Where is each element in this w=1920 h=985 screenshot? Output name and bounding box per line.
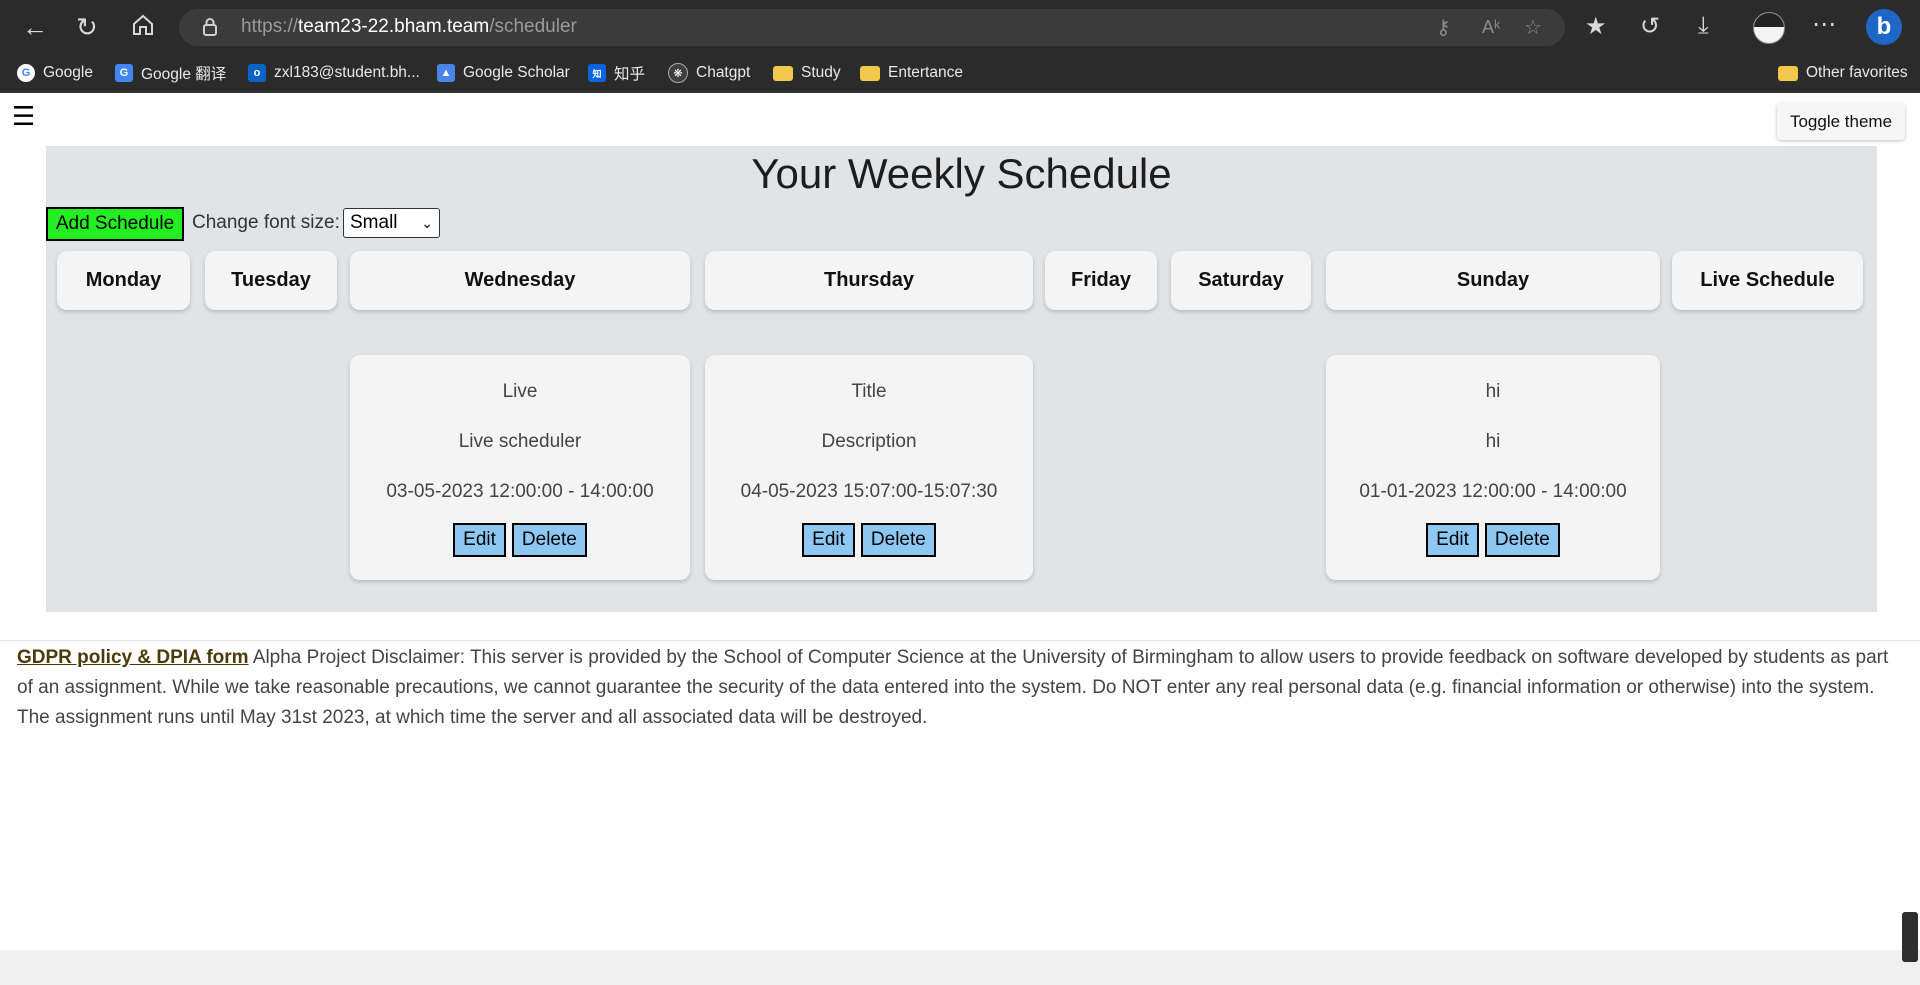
schedule-card-thursday: Title Description 04-05-2023 15:07:00-15… bbox=[705, 355, 1033, 580]
key-icon[interactable]: ⚷ bbox=[1436, 15, 1451, 40]
toggle-theme-button[interactable]: Toggle theme bbox=[1777, 103, 1905, 140]
home-icon[interactable] bbox=[131, 13, 155, 41]
schedule-panel: Your Weekly Schedule Add Schedule Change… bbox=[46, 146, 1877, 612]
card-time: 01-01-2023 12:00:00 - 14:00:00 bbox=[1359, 481, 1627, 502]
card-description: Description bbox=[821, 431, 917, 452]
url-text[interactable]: https://team23-22.bham.team/scheduler bbox=[241, 16, 577, 38]
card-time: 04-05-2023 15:07:00-15:07:30 bbox=[740, 481, 998, 502]
sidebar-widget[interactable] bbox=[1902, 912, 1918, 962]
font-size-value: Small bbox=[350, 212, 398, 233]
outlook-icon: o bbox=[248, 64, 266, 82]
day-thursday[interactable]: Thursday bbox=[705, 251, 1033, 310]
history-icon[interactable]: ↺ bbox=[1640, 14, 1660, 40]
disclaimer: GDPR policy & DPIA form Alpha Project Di… bbox=[17, 643, 1907, 733]
page-content: ☰ Toggle theme Your Weekly Schedule Add … bbox=[0, 93, 1920, 985]
hamburger-menu-icon[interactable]: ☰ bbox=[12, 103, 35, 129]
scholar-icon: ▲ bbox=[437, 64, 455, 82]
card-title: Live bbox=[502, 381, 538, 402]
bookmark-label: Other favorites bbox=[1806, 64, 1908, 81]
bookmark-google-translate[interactable]: G Google 翻译 bbox=[115, 60, 226, 86]
bookmark-chatgpt[interactable]: ❋ Chatgpt bbox=[668, 60, 750, 86]
delete-button[interactable]: Delete bbox=[1484, 523, 1560, 557]
browser-toolbar: ← ↻ https://team23-22.bham.team/schedule… bbox=[0, 0, 1920, 55]
bookmark-folder-entertance[interactable]: Entertance bbox=[860, 60, 963, 86]
folder-icon bbox=[860, 65, 880, 81]
day-saturday[interactable]: Saturday bbox=[1171, 251, 1311, 310]
folder-icon bbox=[1778, 65, 1798, 81]
bookmark-label: Chatgpt bbox=[696, 64, 751, 81]
delete-button[interactable]: Delete bbox=[860, 523, 936, 557]
schedule-card-wednesday: Live Live scheduler 03-05-2023 12:00:00 … bbox=[350, 355, 690, 580]
bookmark-label: Google Scholar bbox=[463, 64, 570, 81]
bookmark-label: Google 翻译 bbox=[141, 66, 227, 83]
schedule-card-sunday: hi hi 01-01-2023 12:00:00 - 14:00:00 Edi… bbox=[1326, 355, 1660, 580]
bookmark-label: zxl183@student.bh... bbox=[274, 64, 420, 81]
font-size-label: Change font size: bbox=[192, 212, 340, 233]
download-icon[interactable]: ⤓ bbox=[1698, 13, 1709, 39]
card-time: 03-05-2023 12:00:00 - 14:00:00 bbox=[386, 481, 654, 502]
day-sunday[interactable]: Sunday bbox=[1326, 251, 1660, 310]
bookmark-outlook[interactable]: o zxl183@student.bh... bbox=[248, 60, 420, 86]
delete-button[interactable]: Delete bbox=[511, 523, 587, 557]
bookmark-google-scholar[interactable]: ▲ Google Scholar bbox=[437, 60, 570, 86]
zhihu-icon: 知 bbox=[588, 64, 606, 82]
url-host: team23-22.bham.team bbox=[298, 16, 490, 37]
card-description: Live scheduler bbox=[458, 431, 582, 452]
status-bar bbox=[0, 950, 1920, 985]
favorites-icon[interactable]: ★ bbox=[1585, 14, 1607, 40]
font-size-select[interactable]: Small ⌄ bbox=[343, 208, 440, 238]
folder-icon bbox=[773, 65, 793, 81]
bookmark-other-favorites[interactable]: Other favorites bbox=[1778, 60, 1908, 86]
edit-button[interactable]: Edit bbox=[453, 523, 506, 557]
google-translate-icon: G bbox=[115, 64, 133, 82]
edit-button[interactable]: Edit bbox=[802, 523, 855, 557]
chatgpt-icon: ❋ bbox=[668, 63, 688, 83]
page-title: Your Weekly Schedule bbox=[751, 150, 1172, 197]
chevron-down-icon: ⌄ bbox=[421, 215, 433, 231]
day-monday[interactable]: Monday bbox=[57, 251, 190, 310]
gdpr-link[interactable]: GDPR policy & DPIA form bbox=[17, 647, 249, 668]
bookmark-label: 知乎 bbox=[614, 66, 646, 83]
bookmark-label: Entertance bbox=[888, 64, 963, 81]
edit-button[interactable]: Edit bbox=[1426, 523, 1479, 557]
lock-icon[interactable] bbox=[202, 17, 218, 42]
refresh-icon[interactable]: ↻ bbox=[76, 14, 98, 40]
bookmark-zhihu[interactable]: 知 知乎 bbox=[588, 60, 645, 86]
bookmark-label: Study bbox=[801, 64, 841, 81]
card-title: hi bbox=[1485, 381, 1501, 402]
day-friday[interactable]: Friday bbox=[1045, 251, 1157, 310]
day-wednesday[interactable]: Wednesday bbox=[350, 251, 690, 310]
day-tuesday[interactable]: Tuesday bbox=[205, 251, 337, 310]
more-options-icon[interactable]: ⋯ bbox=[1812, 12, 1836, 38]
google-icon: G bbox=[17, 64, 35, 82]
address-bar[interactable]: https://team23-22.bham.team/scheduler ⚷ … bbox=[179, 9, 1565, 46]
url-path: /scheduler bbox=[489, 16, 577, 37]
card-description: hi bbox=[1485, 431, 1501, 452]
bookmark-label: Google bbox=[43, 64, 93, 81]
day-live-schedule[interactable]: Live Schedule bbox=[1672, 251, 1863, 310]
bookmark-google[interactable]: G Google bbox=[17, 60, 93, 86]
url-scheme: https:// bbox=[241, 16, 299, 37]
card-title: Title bbox=[851, 381, 887, 402]
bing-icon[interactable]: b bbox=[1866, 9, 1902, 45]
bookmark-folder-study[interactable]: Study bbox=[773, 60, 841, 86]
add-favorite-icon[interactable]: ☆ bbox=[1524, 15, 1542, 40]
add-schedule-button[interactable]: Add Schedule bbox=[46, 207, 184, 241]
read-aloud-icon[interactable]: Aᵏ bbox=[1482, 17, 1500, 38]
divider bbox=[0, 640, 1920, 641]
bookmarks-bar: G Google G Google 翻译 o zxl183@student.bh… bbox=[0, 55, 1920, 93]
back-arrow-icon[interactable]: ← bbox=[22, 14, 48, 40]
profile-avatar[interactable] bbox=[1753, 12, 1785, 44]
disclaimer-text: Alpha Project Disclaimer: This server is… bbox=[17, 647, 1889, 728]
